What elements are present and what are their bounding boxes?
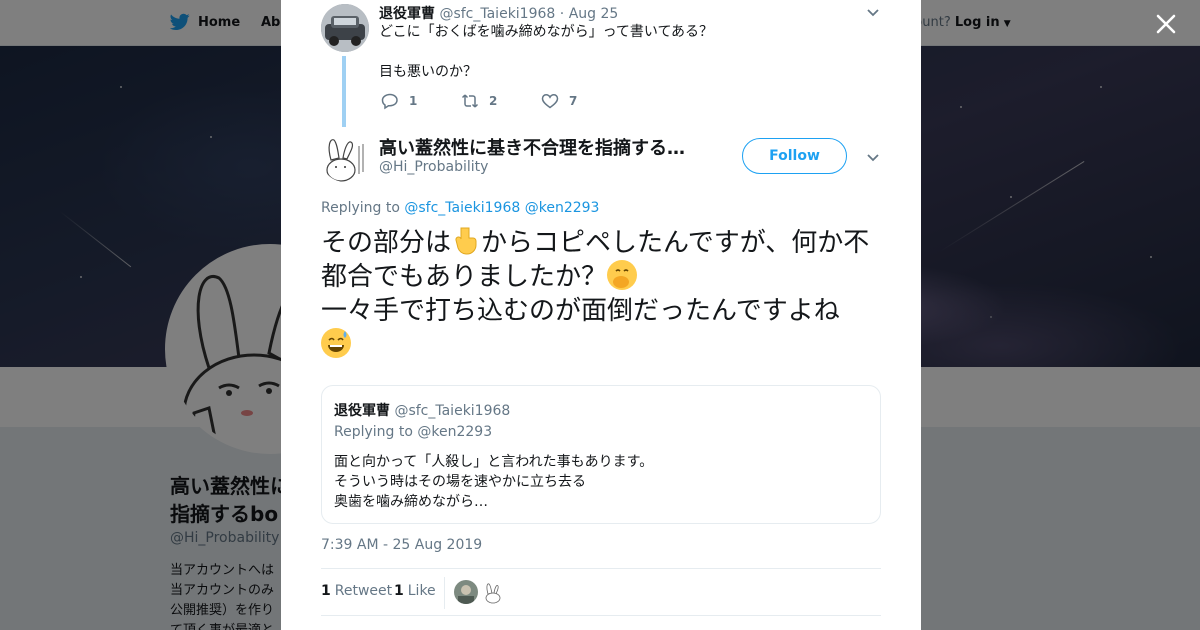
quoted-replying-to: Replying to @ken2293 [334, 424, 493, 440]
chevron-down-icon[interactable] [865, 149, 881, 165]
thread-connector-line [342, 56, 346, 127]
reply-mention-link[interactable]: @ken2293 [525, 200, 600, 216]
context-tweet-date[interactable]: Aug 25 [569, 6, 619, 22]
tweet-stats: 1 Retweet 1 Like [321, 568, 881, 616]
context-tweet-header: 退役軍曹 @sfc_Taieki1968 · Aug 25 [379, 3, 618, 23]
retweet-count: 2 [489, 94, 498, 108]
context-author-handle[interactable]: @sfc_Taieki1968 [439, 6, 555, 22]
context-tweet-line: どこに「おくばを噛み締めながら」って書いてある？ [379, 24, 714, 40]
quoted-tweet-line: 奥歯を噛み締めながら… [334, 494, 488, 510]
quoted-tweet-text: 面と向かって「人殺し」と言われた事もあります。 そういう時はその場を速やかに立ち… [334, 452, 653, 512]
main-tweet-text: その部分は からコピペしたんですが、何か不都合でもありましたか？ 一々手で打ち込む… [321, 226, 891, 362]
context-tweet-line: 目も悪いのか？ [379, 64, 477, 80]
reply-count: 1 [409, 94, 418, 108]
replying-to: Replying to @sfc_Taieki1968 @ken2293 [321, 200, 599, 216]
main-author-name[interactable]: 高い蓋然性に基き不合理を指摘する… [379, 134, 685, 160]
replying-prefix: Replying to [321, 200, 400, 216]
context-author-avatar[interactable] [321, 4, 369, 52]
close-icon[interactable] [1152, 10, 1180, 38]
chevron-down-icon[interactable] [865, 4, 881, 20]
likes-stat[interactable]: 1 Like [394, 583, 436, 599]
liker-avatar[interactable] [482, 580, 506, 604]
like-button[interactable]: 7 [541, 92, 621, 110]
context-tweet-actions: 1 2 7 [381, 92, 621, 110]
pointing-down-emoji-icon [451, 226, 481, 256]
reply-icon [381, 93, 398, 110]
retweet-icon [461, 94, 479, 108]
retweets-label: Retweet [334, 583, 393, 599]
context-author-name[interactable]: 退役軍曹 [379, 6, 435, 22]
quoted-author-name: 退役軍曹 [334, 403, 390, 419]
quoted-author-handle: @sfc_Taieki1968 [394, 403, 511, 419]
liker-avatar[interactable] [454, 580, 478, 604]
main-author-handle[interactable]: @Hi_Probability [379, 159, 488, 175]
context-separator: · [559, 6, 565, 22]
quoted-tweet-line: 面と向かって「人殺し」と言われた事もあります。 [334, 454, 654, 470]
main-tweet-text-part: その部分は [321, 228, 452, 258]
reply-mention-link[interactable]: @sfc_Taieki1968 [404, 200, 520, 216]
tweet-modal: 退役軍曹 @sfc_Taieki1968 · Aug 25 どこに「おくばを噛み… [281, 0, 921, 630]
rabbit-avatar-icon [321, 134, 369, 182]
reply-button[interactable]: 1 [381, 92, 461, 110]
heart-icon [541, 94, 559, 109]
grinning-sweat-emoji-icon [321, 328, 351, 358]
tweet-timestamp[interactable]: 7:39 AM - 25 Aug 2019 [321, 537, 482, 553]
follow-button[interactable]: Follow [742, 138, 847, 174]
main-author-avatar[interactable] [321, 134, 369, 182]
quoted-tweet-card[interactable]: 退役軍曹 @sfc_Taieki1968 Replying to @ken229… [321, 385, 881, 524]
likes-label: Like [407, 583, 436, 599]
retweets-stat[interactable]: 1 Retweet [321, 583, 392, 599]
retweet-button[interactable]: 2 [461, 92, 541, 110]
hand-over-mouth-emoji-icon [607, 260, 638, 290]
quoted-tweet-line: そういう時はその場を速やかに立ち去る [334, 474, 586, 490]
main-tweet-text-part: 一々手で打ち込むのが面倒だったんですよね [321, 296, 840, 326]
likes-count: 1 [394, 583, 404, 599]
quoted-tweet-header: 退役軍曹 @sfc_Taieki1968 [334, 400, 510, 420]
retweets-count: 1 [321, 583, 331, 599]
context-tweet-text: どこに「おくばを噛み締めながら」って書いてある？ 目も悪いのか？ [379, 22, 713, 82]
like-count: 7 [569, 94, 578, 108]
stats-divider [444, 577, 445, 609]
